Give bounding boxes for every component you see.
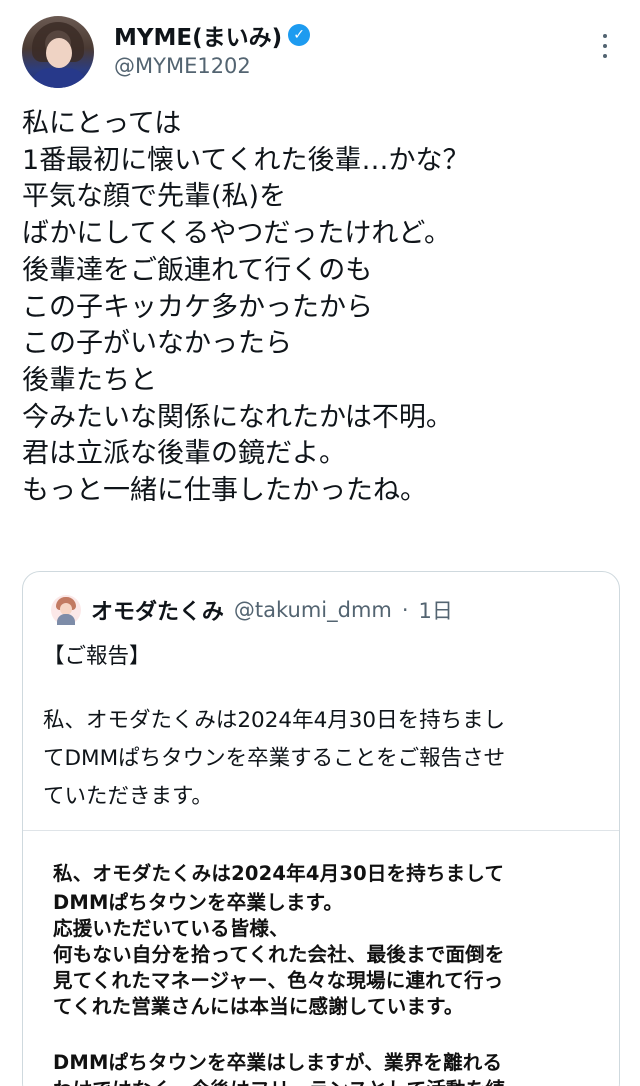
image-text-line: 何もない自分を拾ってくれた会社、最後まで面倒を (53, 943, 505, 966)
tweet-line: 1番最初に懐いてくれた後輩…かな？ (22, 144, 470, 176)
author-avatar[interactable] (22, 16, 94, 88)
quoted-attached-image[interactable]: 私、オモダたくみは2024年4月30日を持ちまして DMMぱちタウンを卒業します… (23, 830, 619, 1086)
quoted-handle: @takumi_dmm (233, 598, 392, 622)
tweet-line: 平気な顔で先輩(私)を (22, 181, 287, 213)
tweet-line: 今みたいな関係になれたかは不明。 (22, 401, 453, 433)
tweet-line: 後輩達をご飯連れて行くのも (22, 254, 373, 286)
quoted-tweet-card[interactable]: オモダたくみ @takumi_dmm · 1日 【ご報告】 私、オモダたくみは2… (22, 571, 620, 1086)
quoted-text-line: ていただきます。 (43, 784, 213, 809)
tweet-line: 私にとっては (22, 108, 182, 139)
image-text-line: 見てくれたマネージャー、色々な現場に連れて行っ (53, 969, 504, 992)
tweet-line: もっと一緒に仕事したかったね。 (22, 475, 427, 507)
tweet-line: ばかにしてくるやつだったけれど。 (22, 218, 452, 250)
author-name-row: MYME(まいみ) ✓ (114, 18, 311, 52)
author-handle[interactable]: @MYME1202 (114, 54, 251, 78)
image-text-line: てくれた営業さんには本当に感謝しています。 (53, 995, 464, 1018)
image-text-line: わけではなく、今後はフリーランスとして活動を続 (53, 1073, 505, 1086)
image-text-line: 私、オモダたくみは2024年4月30日を持ちまして (53, 862, 505, 885)
avatar-body (30, 68, 88, 88)
verified-badge-icon: ✓ (288, 24, 311, 46)
tweet-line: 後輩たちと (22, 364, 157, 396)
tweet-line: 君は立派な後輩の鏡だよ。 (22, 438, 346, 470)
quoted-timestamp: 1日 (418, 599, 453, 623)
quoted-text-line: 【ご報告】 (43, 644, 151, 669)
avatar-face (46, 38, 72, 68)
tweet-text: 私にとっては 1番最初に懐いてくれた後輩…かな？ 平気な顔で先輩(私)を ばかに… (22, 106, 622, 510)
quoted-text-line: てDMMぱちタウンを卒業することをご報告させ (43, 746, 506, 771)
image-text-line: 応援いただいている皆様、 (53, 917, 289, 940)
quoted-text-line: 私、オモダたくみは2024年4月30日を持ちまし (43, 708, 506, 733)
image-text-line: DMMぱちタウンを卒業します。 (53, 891, 344, 914)
tweet-line: この子キッカケ多かったから (22, 291, 373, 323)
quoted-separator: · (401, 598, 409, 622)
image-text-line: DMMぱちタウンを卒業はしますが、業界を離れる (53, 1051, 503, 1074)
quoted-author-avatar (51, 595, 81, 625)
quoted-tweet-text: 【ご報告】 私、オモダたくみは2024年4月30日を持ちまし てDMMぱちタウン… (43, 638, 608, 816)
tweet: MYME(まいみ) ✓ @MYME1202 私にとっては 1番最初に懐いてくれた… (0, 0, 640, 1086)
tweet-line: この子がいなかったら (22, 328, 292, 360)
more-options-icon[interactable] (598, 34, 612, 58)
quoted-display-name: オモダたくみ (91, 600, 224, 625)
quoted-tweet-header: オモダたくみ @takumi_dmm · 1日 (51, 594, 453, 626)
author-display-name[interactable]: MYME(まいみ) (114, 18, 282, 52)
